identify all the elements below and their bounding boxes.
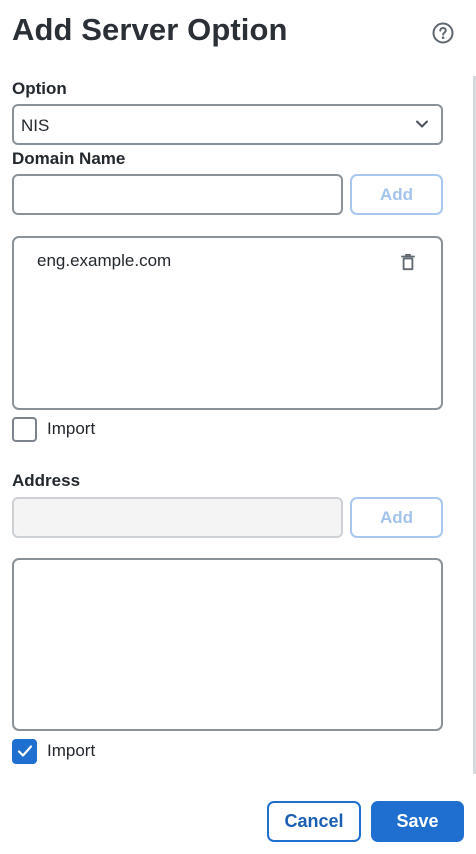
- address-add-button[interactable]: Add: [350, 497, 443, 538]
- address-import-checkbox-row[interactable]: Import: [12, 738, 95, 764]
- dialog-title: Add Server Option: [12, 12, 288, 47]
- domain-name-label: Domain Name: [12, 149, 126, 168]
- domain-name-input[interactable]: [12, 174, 343, 215]
- list-item: eng.example.com: [37, 251, 441, 275]
- domain-import-checkbox-row[interactable]: Import: [12, 416, 95, 442]
- domain-import-label: Import: [47, 419, 96, 438]
- option-select-value: NIS: [21, 116, 50, 135]
- address-import-label: Import: [47, 741, 96, 760]
- domain-add-button[interactable]: Add: [350, 174, 443, 215]
- checkmark-icon: [17, 745, 32, 757]
- help-icon[interactable]: [432, 22, 454, 44]
- address-input[interactable]: [12, 497, 343, 538]
- option-select[interactable]: NIS: [12, 104, 443, 145]
- domain-list-item-text: eng.example.com: [37, 251, 172, 270]
- domain-import-checkbox[interactable]: [12, 416, 37, 442]
- save-button[interactable]: Save: [371, 801, 464, 842]
- address-list: [12, 558, 443, 731]
- option-label: Option: [12, 79, 67, 98]
- address-label: Address: [12, 471, 81, 490]
- address-import-checkbox[interactable]: [12, 738, 37, 764]
- cancel-button[interactable]: Cancel: [267, 801, 361, 842]
- domain-list: eng.example.com: [12, 236, 443, 410]
- trash-icon[interactable]: [401, 253, 415, 271]
- chevron-down-icon: [416, 120, 428, 128]
